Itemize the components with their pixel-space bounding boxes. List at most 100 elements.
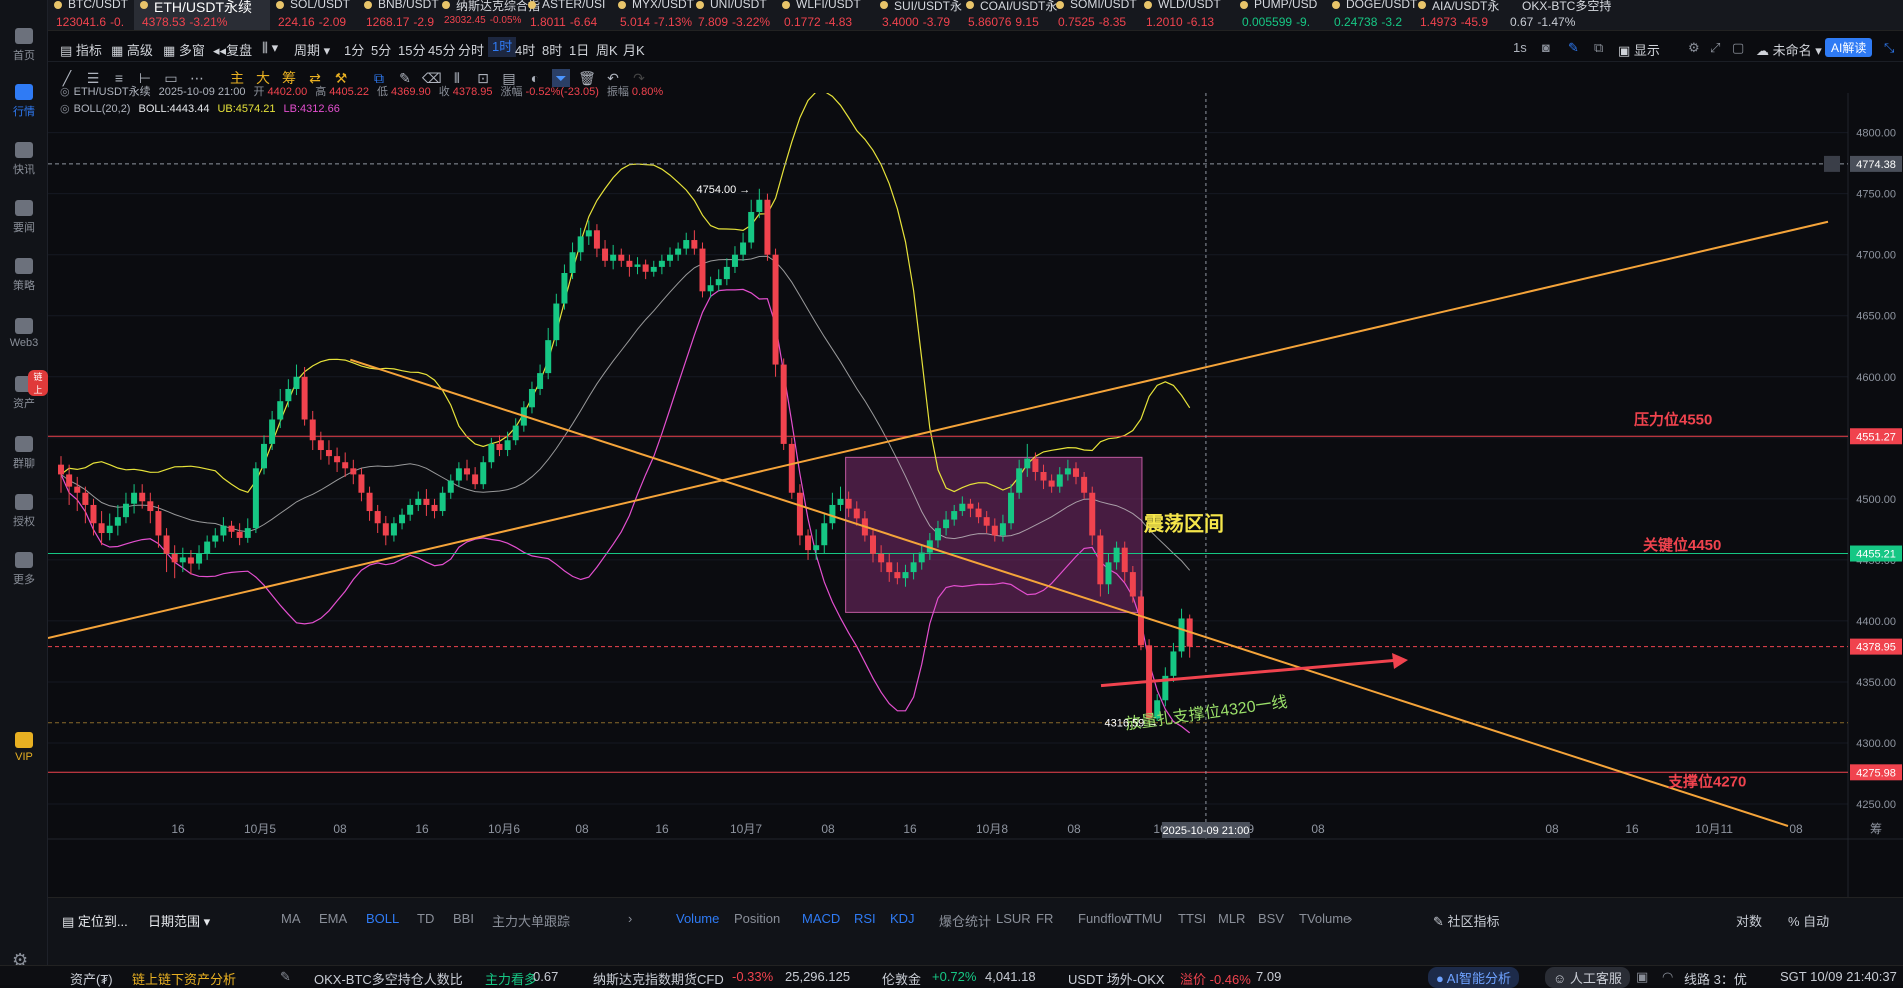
- interval-1[interactable]: 5分: [371, 40, 391, 59]
- edit-icon[interactable]: ✎: [280, 969, 291, 985]
- ticker-item[interactable]: SOMI/USDT 0.7525 -8.35: [1050, 0, 1138, 30]
- pen-icon[interactable]: ✎: [1568, 40, 1579, 56]
- sub-indicator-8[interactable]: Fundflow: [1078, 911, 1131, 926]
- interval-5[interactable]: 1时: [488, 37, 517, 57]
- assets-label[interactable]: 资产(₮): [70, 969, 113, 988]
- high-marker: 4754.00 →: [696, 184, 750, 196]
- indicator-4[interactable]: BBI: [453, 911, 474, 926]
- multi-window-button[interactable]: ▦ 多窗: [163, 40, 205, 59]
- interval-8[interactable]: 1日: [569, 40, 589, 59]
- sidebar-item-10[interactable]: VIP: [0, 732, 48, 763]
- indicator-0[interactable]: MA: [281, 911, 301, 926]
- sub-indicator-9[interactable]: TTMU: [1126, 911, 1162, 926]
- popout-icon[interactable]: ⧉: [1594, 40, 1603, 56]
- sub-indicator-3[interactable]: RSI: [854, 911, 876, 926]
- sidebar-item-5[interactable]: Web3: [0, 318, 48, 349]
- ticker-item[interactable]: WLFI/USDT 0.1772 -4.83: [776, 0, 874, 30]
- indicator-1[interactable]: EMA: [319, 911, 347, 926]
- add-alert-button[interactable]: [1824, 155, 1840, 172]
- price-tag: 4455.21: [1850, 545, 1902, 562]
- indicator-5[interactable]: 主力大单跟踪: [492, 911, 570, 930]
- ticker-item[interactable]: SUI/USDT永 3.4000 -3.79: [874, 0, 962, 30]
- interval-2[interactable]: 15分: [398, 40, 425, 59]
- sub-indicator-11[interactable]: MLR: [1218, 911, 1245, 926]
- eye-icon[interactable]: ◎: [60, 86, 70, 98]
- line-status[interactable]: 线路 3：优: [1684, 969, 1747, 988]
- ticker-item[interactable]: ETH/USDT永续 4378.53 -3.21%: [134, 0, 270, 30]
- sidebar-item-1[interactable]: 行情: [0, 84, 48, 119]
- indicator-button[interactable]: ▤ 指标: [60, 40, 102, 59]
- interval-10[interactable]: 月K: [623, 40, 645, 59]
- indicator-more-icon[interactable]: ›: [628, 911, 632, 926]
- locate-button[interactable]: ▤ 定位到...: [62, 911, 128, 930]
- date-range-button[interactable]: 日期范围 ▾: [148, 911, 210, 930]
- chart-canvas[interactable]: 4250.004300.004350.004400.004450.004500.…: [47, 90, 1903, 897]
- sub-indicator-5[interactable]: 爆仓统计: [939, 911, 991, 930]
- sub-indicator-more-icon[interactable]: ›: [1348, 911, 1352, 926]
- community-indicator-button[interactable]: ✎ 社区指标: [1433, 911, 1500, 930]
- interval-3[interactable]: 45分: [428, 40, 455, 59]
- chart-type-icon[interactable]: ⫼ ▾: [262, 40, 278, 56]
- ticker-item[interactable]: 纳斯达克综合指 23032.45 -0.05%: [436, 0, 540, 30]
- fullscreen-icon[interactable]: ⤢: [1710, 40, 1720, 56]
- price-chart[interactable]: 4250.004300.004350.004400.004450.004500.…: [47, 86, 1903, 897]
- ticker-item[interactable]: OKX-BTC多空持 0.67 -1.47%: [1502, 0, 1611, 30]
- sub-indicator-7[interactable]: FR: [1036, 911, 1053, 926]
- sidebar-item-4[interactable]: 策略: [0, 258, 48, 293]
- ai-explain-button[interactable]: AI解读: [1825, 38, 1873, 57]
- sidebar-item-6[interactable]: 资产 链上: [0, 370, 48, 411]
- ticker-item[interactable]: AIA/USDT永 1.4973 -45.9: [1412, 0, 1502, 30]
- interval-0[interactable]: 1分: [344, 40, 364, 59]
- sub-indicator-1[interactable]: Position: [734, 911, 780, 926]
- settings-icon[interactable]: ⚙: [1688, 40, 1700, 56]
- sub-indicator-2[interactable]: MACD: [802, 911, 840, 926]
- axis-menu-label[interactable]: 筹: [1870, 822, 1882, 836]
- onchain-analysis-link[interactable]: 链上链下资产分析: [132, 969, 236, 988]
- sub-indicator-13[interactable]: TVolume: [1299, 911, 1350, 926]
- ticker-item[interactable]: MYX/USDT 5.014 -7.13%: [612, 0, 694, 30]
- sub-indicator-4[interactable]: KDJ: [890, 911, 915, 926]
- interval-6[interactable]: 4时: [515, 40, 535, 59]
- ticker-item[interactable]: UNI/USDT 7.809 -3.22%: [690, 0, 776, 30]
- candle-body: [236, 531, 243, 538]
- ticker-item[interactable]: COAI/USDT永 5.86076 9.15: [960, 0, 1057, 30]
- interval-9[interactable]: 周K: [596, 40, 618, 59]
- ticker-item[interactable]: BNB/USDT 1268.17 -2.9: [358, 0, 439, 30]
- indicator-2[interactable]: BOLL: [366, 911, 399, 926]
- display-button[interactable]: ▣ 显示: [1618, 40, 1660, 59]
- expand-icon[interactable]: ⤡: [1884, 40, 1894, 56]
- candle-body: [991, 525, 998, 536]
- ticker-item[interactable]: PUMP/USD 0.005599 -9.: [1234, 0, 1326, 30]
- indicator-3[interactable]: TD: [417, 911, 434, 926]
- sub-indicator-12[interactable]: BSV: [1258, 911, 1284, 926]
- sidebar-item-2[interactable]: 快讯: [0, 142, 48, 177]
- interval-7[interactable]: 8时: [542, 40, 562, 59]
- camera-icon[interactable]: ◙: [1542, 40, 1550, 55]
- period-dropdown[interactable]: 周期 ▾: [294, 40, 330, 59]
- realtime-1s[interactable]: 1s: [1513, 40, 1527, 55]
- ticker-item[interactable]: WLD/USDT 1.2010 -6.13: [1138, 0, 1234, 30]
- sub-indicator-6[interactable]: LSUR: [996, 911, 1031, 926]
- sidebar-item-8[interactable]: 授权: [0, 494, 48, 529]
- sidebar-item-3[interactable]: 要闻: [0, 200, 48, 235]
- advanced-button[interactable]: ▦ 高级: [111, 40, 153, 59]
- sub-indicator-10[interactable]: TTSI: [1178, 911, 1206, 926]
- message-icon[interactable]: ▣: [1636, 969, 1648, 985]
- replay-button[interactable]: ◂◂复盘: [213, 40, 252, 59]
- interval-4[interactable]: 分时: [458, 40, 484, 59]
- ticker-item[interactable]: BTC/USDT 123041.6 -0.: [48, 0, 134, 30]
- candle-body: [821, 523, 828, 546]
- eye-icon[interactable]: ◎: [60, 103, 70, 115]
- ticker-item[interactable]: DOGE/USDT 0.24738 -3.2: [1326, 0, 1417, 30]
- sidebar-item-9[interactable]: 更多: [0, 552, 48, 587]
- auto-scale-toggle[interactable]: % 自动: [1788, 911, 1829, 930]
- log-scale-toggle[interactable]: 对数: [1736, 911, 1762, 930]
- cloud-save-button[interactable]: ☁ 未命名 ▾: [1756, 40, 1822, 59]
- ticker-item[interactable]: SOL/USDT 224.16 -2.09: [270, 0, 358, 30]
- sidebar-item-7[interactable]: 群聊: [0, 436, 48, 471]
- layout-icon[interactable]: ▢: [1732, 40, 1744, 56]
- candle-body: [878, 553, 885, 563]
- sidebar-item-0[interactable]: 首页: [0, 28, 48, 63]
- ticker-item[interactable]: ASTER/USI 1.8011 -6.64: [522, 0, 612, 30]
- sub-indicator-0[interactable]: Volume: [676, 911, 719, 926]
